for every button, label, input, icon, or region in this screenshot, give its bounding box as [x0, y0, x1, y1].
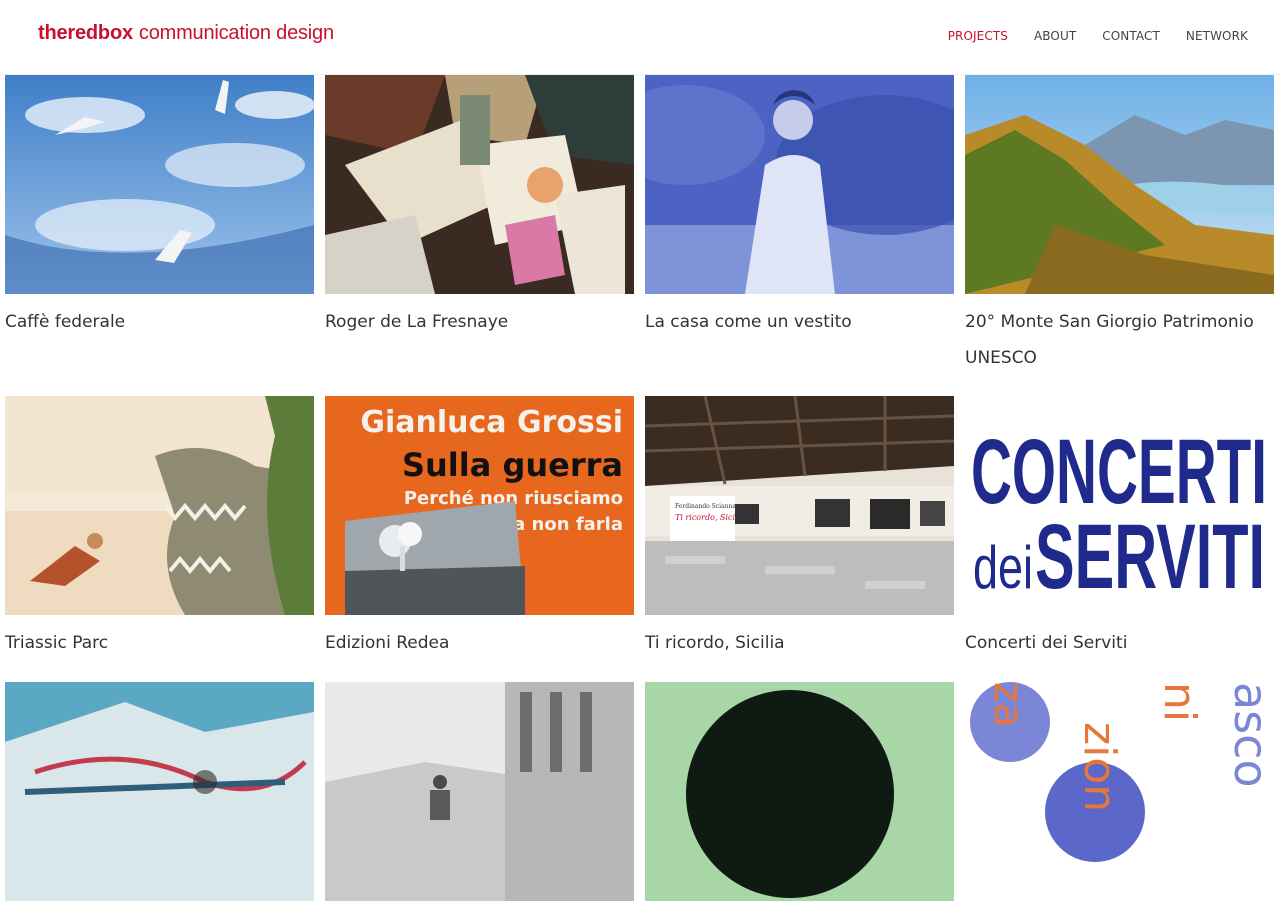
project-card[interactable]: Gianluca Grossi Sulla guerra Perché non … — [325, 396, 634, 661]
concerti-poster-image: CONCERTI dei SERVITI — [965, 396, 1274, 615]
cover-title: Sulla guerra — [402, 446, 623, 484]
nav-about[interactable]: ABOUT — [1034, 29, 1076, 43]
project-thumbnail[interactable] — [645, 75, 954, 294]
project-card[interactable] — [5, 682, 314, 911]
poster-text-a: ni — [1154, 682, 1205, 722]
project-card[interactable]: Ferdinando Scianna Ti ricordo, Sicilia T… — [645, 396, 954, 661]
poster-line2b: SERVITI — [1035, 506, 1265, 608]
seagulls-sky-image — [5, 75, 314, 294]
bw-village-photo-image — [325, 682, 634, 901]
project-thumbnail[interactable]: Ferdinando Scianna Ti ricordo, Sicilia — [645, 396, 954, 615]
project-card[interactable]: Triassic Parc — [5, 396, 314, 661]
exhibit-sign-line1: Ferdinando Scianna — [675, 503, 736, 510]
logo-brand: theredbox — [38, 22, 133, 44]
project-card[interactable]: CONCERTI dei SERVITI Concerti dei Servit… — [965, 396, 1274, 661]
black-circle-graphic-image — [645, 682, 954, 901]
project-thumbnail[interactable] — [325, 75, 634, 294]
nav-projects[interactable]: PROJECTS — [948, 29, 1008, 43]
site-header: theredbox communication design PROJECTS A… — [0, 0, 1280, 74]
project-thumbnail[interactable]: Gianluca Grossi Sulla guerra Perché non … — [325, 396, 634, 615]
mountain-lake-image — [965, 75, 1274, 294]
project-thumbnail[interactable] — [5, 682, 314, 901]
project-title[interactable]: 20° Monte San Giorgio Patrimonio UNESCO — [965, 304, 1274, 376]
project-title[interactable]: Edizioni Redea — [325, 625, 634, 661]
project-thumbnail[interactable]: CONCERTI dei SERVITI — [965, 396, 1274, 615]
project-title[interactable]: La casa come un vestito — [645, 304, 954, 340]
vintage-woman-photo-image — [645, 75, 954, 294]
poster-text-d: za — [985, 682, 1031, 728]
abstract-painting-image — [5, 682, 314, 901]
exhibit-sign-line2: Ti ricordo, Sicilia — [675, 513, 745, 522]
main-nav: PROJECTS ABOUT CONTACT NETWORK — [948, 29, 1248, 43]
project-card[interactable]: La casa come un vestito — [645, 75, 954, 340]
nav-contact[interactable]: CONTACT — [1102, 29, 1160, 43]
cover-subtitle-2: a non farla — [513, 514, 623, 535]
project-title[interactable]: Caffè federale — [5, 304, 314, 340]
site-logo[interactable]: theredbox communication design — [38, 22, 334, 45]
cubist-painting-image — [325, 75, 634, 294]
project-thumbnail[interactable] — [5, 75, 314, 294]
nav-network[interactable]: NETWORK — [1186, 29, 1248, 43]
project-card[interactable]: Roger de La Fresnaye — [325, 75, 634, 340]
project-card[interactable]: 20° Monte San Giorgio Patrimonio UNESCO — [965, 75, 1274, 376]
project-thumbnail[interactable] — [965, 75, 1274, 294]
project-card[interactable] — [645, 682, 954, 911]
project-title[interactable]: Roger de La Fresnaye — [325, 304, 634, 340]
poster-text-b: zion — [1074, 722, 1125, 812]
logo-tagline: communication design — [138, 22, 334, 44]
project-card[interactable] — [325, 682, 634, 911]
typographic-poster-image: zion ni asco za — [965, 682, 1274, 901]
dinosaur-beach-image — [5, 396, 314, 615]
poster-line2a: dei — [973, 534, 1033, 601]
book-cover-image: Gianluca Grossi Sulla guerra Perché non … — [325, 396, 634, 615]
project-thumbnail[interactable] — [5, 396, 314, 615]
project-title[interactable]: Concerti dei Serviti — [965, 625, 1274, 661]
project-thumbnail[interactable] — [645, 682, 954, 901]
exhibition-hall-image: Ferdinando Scianna Ti ricordo, Sicilia — [645, 396, 954, 615]
project-title[interactable]: Triassic Parc — [5, 625, 314, 661]
poster-text-c: asco — [1224, 682, 1274, 788]
project-thumbnail[interactable]: zion ni asco za — [965, 682, 1274, 901]
project-card[interactable]: zion ni asco za — [965, 682, 1274, 911]
cover-author: Gianluca Grossi — [360, 405, 623, 440]
project-card[interactable]: Caffè federale — [5, 75, 314, 340]
project-thumbnail[interactable] — [325, 682, 634, 901]
project-title[interactable]: Ti ricordo, Sicilia — [645, 625, 954, 661]
